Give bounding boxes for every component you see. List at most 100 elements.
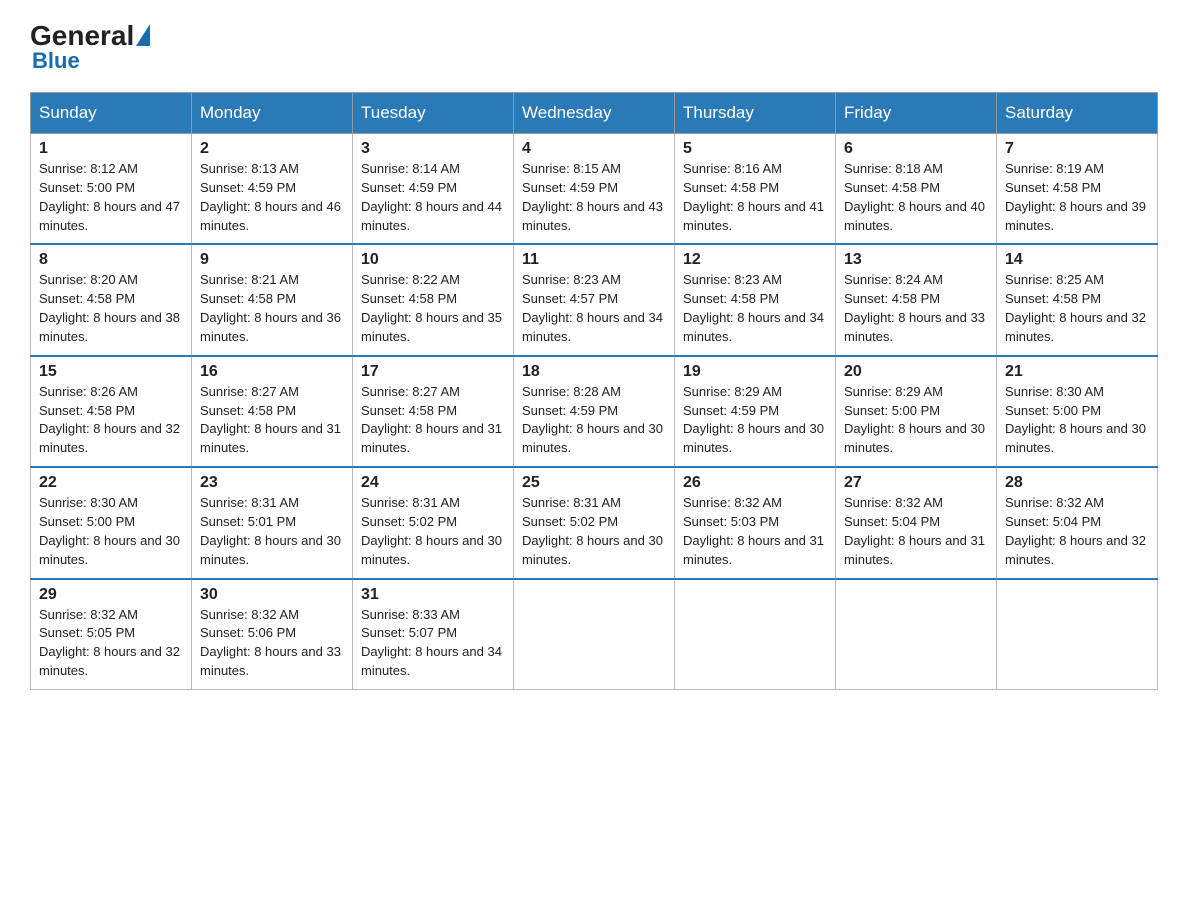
calendar-cell: 15 Sunrise: 8:26 AMSunset: 4:58 PMDayligh…: [31, 356, 192, 467]
day-number: 27: [844, 474, 988, 492]
logo: General Blue: [30, 20, 150, 74]
calendar-cell: 9 Sunrise: 8:21 AMSunset: 4:58 PMDaylight…: [192, 244, 353, 355]
calendar-cell: 1 Sunrise: 8:12 AMSunset: 5:00 PMDaylight…: [31, 134, 192, 245]
day-info: Sunrise: 8:31 AMSunset: 5:02 PMDaylight:…: [361, 494, 505, 569]
page-header: General Blue: [30, 20, 1158, 74]
calendar-cell: 12Sunrise: 8:23 AMSunset: 4:58 PMDayligh…: [675, 244, 836, 355]
calendar-week-3: 15 Sunrise: 8:26 AMSunset: 4:58 PMDayligh…: [31, 356, 1158, 467]
day-number: 23: [200, 474, 344, 492]
day-info: Sunrise: 8:32 AMSunset: 5:05 PMDaylight:…: [39, 606, 183, 681]
day-number: 17: [361, 363, 505, 381]
calendar-cell: 2 Sunrise: 8:13 AMSunset: 4:59 PMDaylight…: [192, 134, 353, 245]
day-number: 30: [200, 586, 344, 604]
day-info: Sunrise: 8:32 AMSunset: 5:04 PMDaylight:…: [844, 494, 988, 569]
day-number: 6: [844, 140, 988, 158]
day-info: Sunrise: 8:30 AMSunset: 5:00 PMDaylight:…: [39, 494, 183, 569]
day-number: 14: [1005, 251, 1149, 269]
day-info: Sunrise: 8:16 AMSunset: 4:58 PMDaylight:…: [683, 160, 827, 235]
calendar-cell: 17 Sunrise: 8:27 AMSunset: 4:58 PMDayligh…: [353, 356, 514, 467]
day-info: Sunrise: 8:29 AMSunset: 4:59 PMDaylight:…: [683, 383, 827, 458]
calendar-cell: 23 Sunrise: 8:31 AMSunset: 5:01 PMDayligh…: [192, 467, 353, 578]
day-info: Sunrise: 8:19 AMSunset: 4:58 PMDaylight:…: [1005, 160, 1149, 235]
day-info: Sunrise: 8:28 AMSunset: 4:59 PMDaylight:…: [522, 383, 666, 458]
day-number: 11: [522, 251, 666, 269]
calendar-cell: 26 Sunrise: 8:32 AMSunset: 5:03 PMDayligh…: [675, 467, 836, 578]
calendar-cell: 19 Sunrise: 8:29 AMSunset: 4:59 PMDayligh…: [675, 356, 836, 467]
calendar-cell: 11 Sunrise: 8:23 AMSunset: 4:57 PMDayligh…: [514, 244, 675, 355]
calendar-week-2: 8 Sunrise: 8:20 AMSunset: 4:58 PMDaylight…: [31, 244, 1158, 355]
day-number: 2: [200, 140, 344, 158]
day-number: 20: [844, 363, 988, 381]
calendar-week-5: 29 Sunrise: 8:32 AMSunset: 5:05 PMDayligh…: [31, 579, 1158, 690]
day-number: 10: [361, 251, 505, 269]
day-number: 15: [39, 363, 183, 381]
calendar-cell: 31Sunrise: 8:33 AMSunset: 5:07 PMDayligh…: [353, 579, 514, 690]
calendar-cell: 5 Sunrise: 8:16 AMSunset: 4:58 PMDaylight…: [675, 134, 836, 245]
weekday-header-saturday: Saturday: [997, 93, 1158, 134]
day-number: 3: [361, 140, 505, 158]
day-number: 13: [844, 251, 988, 269]
day-info: Sunrise: 8:18 AMSunset: 4:58 PMDaylight:…: [844, 160, 988, 235]
day-number: 16: [200, 363, 344, 381]
calendar-cell: 20 Sunrise: 8:29 AMSunset: 5:00 PMDayligh…: [836, 356, 997, 467]
day-info: Sunrise: 8:26 AMSunset: 4:58 PMDaylight:…: [39, 383, 183, 458]
calendar-cell: 6 Sunrise: 8:18 AMSunset: 4:58 PMDaylight…: [836, 134, 997, 245]
day-number: 7: [1005, 140, 1149, 158]
calendar-cell: 22 Sunrise: 8:30 AMSunset: 5:00 PMDayligh…: [31, 467, 192, 578]
day-number: 24: [361, 474, 505, 492]
weekday-header-monday: Monday: [192, 93, 353, 134]
day-info: Sunrise: 8:32 AMSunset: 5:03 PMDaylight:…: [683, 494, 827, 569]
calendar-cell: 25Sunrise: 8:31 AMSunset: 5:02 PMDayligh…: [514, 467, 675, 578]
weekday-header-tuesday: Tuesday: [353, 93, 514, 134]
calendar-cell: [836, 579, 997, 690]
day-number: 26: [683, 474, 827, 492]
day-info: Sunrise: 8:27 AMSunset: 4:58 PMDaylight:…: [200, 383, 344, 458]
calendar-cell: 18 Sunrise: 8:28 AMSunset: 4:59 PMDayligh…: [514, 356, 675, 467]
calendar-cell: 29 Sunrise: 8:32 AMSunset: 5:05 PMDayligh…: [31, 579, 192, 690]
calendar-cell: 14Sunrise: 8:25 AMSunset: 4:58 PMDayligh…: [997, 244, 1158, 355]
day-number: 22: [39, 474, 183, 492]
weekday-header-wednesday: Wednesday: [514, 93, 675, 134]
day-number: 9: [200, 251, 344, 269]
calendar-table: SundayMondayTuesdayWednesdayThursdayFrid…: [30, 92, 1158, 690]
weekday-header-sunday: Sunday: [31, 93, 192, 134]
calendar-cell: 21Sunrise: 8:30 AMSunset: 5:00 PMDayligh…: [997, 356, 1158, 467]
calendar-cell: [514, 579, 675, 690]
calendar-week-4: 22 Sunrise: 8:30 AMSunset: 5:00 PMDayligh…: [31, 467, 1158, 578]
day-info: Sunrise: 8:32 AMSunset: 5:06 PMDaylight:…: [200, 606, 344, 681]
day-info: Sunrise: 8:13 AMSunset: 4:59 PMDaylight:…: [200, 160, 344, 235]
day-info: Sunrise: 8:33 AMSunset: 5:07 PMDaylight:…: [361, 606, 505, 681]
day-info: Sunrise: 8:21 AMSunset: 4:58 PMDaylight:…: [200, 271, 344, 346]
day-info: Sunrise: 8:31 AMSunset: 5:02 PMDaylight:…: [522, 494, 666, 569]
day-number: 19: [683, 363, 827, 381]
day-info: Sunrise: 8:23 AMSunset: 4:57 PMDaylight:…: [522, 271, 666, 346]
day-info: Sunrise: 8:15 AMSunset: 4:59 PMDaylight:…: [522, 160, 666, 235]
day-number: 8: [39, 251, 183, 269]
day-info: Sunrise: 8:20 AMSunset: 4:58 PMDaylight:…: [39, 271, 183, 346]
day-number: 18: [522, 363, 666, 381]
day-number: 1: [39, 140, 183, 158]
calendar-cell: 24 Sunrise: 8:31 AMSunset: 5:02 PMDayligh…: [353, 467, 514, 578]
day-info: Sunrise: 8:14 AMSunset: 4:59 PMDaylight:…: [361, 160, 505, 235]
calendar-cell: 7 Sunrise: 8:19 AMSunset: 4:58 PMDaylight…: [997, 134, 1158, 245]
day-info: Sunrise: 8:29 AMSunset: 5:00 PMDaylight:…: [844, 383, 988, 458]
logo-triangle-icon: [136, 24, 150, 46]
day-number: 29: [39, 586, 183, 604]
day-info: Sunrise: 8:12 AMSunset: 5:00 PMDaylight:…: [39, 160, 183, 235]
day-info: Sunrise: 8:27 AMSunset: 4:58 PMDaylight:…: [361, 383, 505, 458]
day-info: Sunrise: 8:22 AMSunset: 4:58 PMDaylight:…: [361, 271, 505, 346]
day-number: 21: [1005, 363, 1149, 381]
calendar-cell: [675, 579, 836, 690]
day-number: 4: [522, 140, 666, 158]
day-number: 12: [683, 251, 827, 269]
day-info: Sunrise: 8:24 AMSunset: 4:58 PMDaylight:…: [844, 271, 988, 346]
calendar-cell: 27 Sunrise: 8:32 AMSunset: 5:04 PMDayligh…: [836, 467, 997, 578]
day-info: Sunrise: 8:31 AMSunset: 5:01 PMDaylight:…: [200, 494, 344, 569]
logo-blue-text: Blue: [32, 48, 80, 74]
calendar-cell: 10 Sunrise: 8:22 AMSunset: 4:58 PMDayligh…: [353, 244, 514, 355]
weekday-header-row: SundayMondayTuesdayWednesdayThursdayFrid…: [31, 93, 1158, 134]
day-info: Sunrise: 8:32 AMSunset: 5:04 PMDaylight:…: [1005, 494, 1149, 569]
calendar-cell: 13 Sunrise: 8:24 AMSunset: 4:58 PMDayligh…: [836, 244, 997, 355]
day-number: 5: [683, 140, 827, 158]
calendar-cell: 3 Sunrise: 8:14 AMSunset: 4:59 PMDaylight…: [353, 134, 514, 245]
